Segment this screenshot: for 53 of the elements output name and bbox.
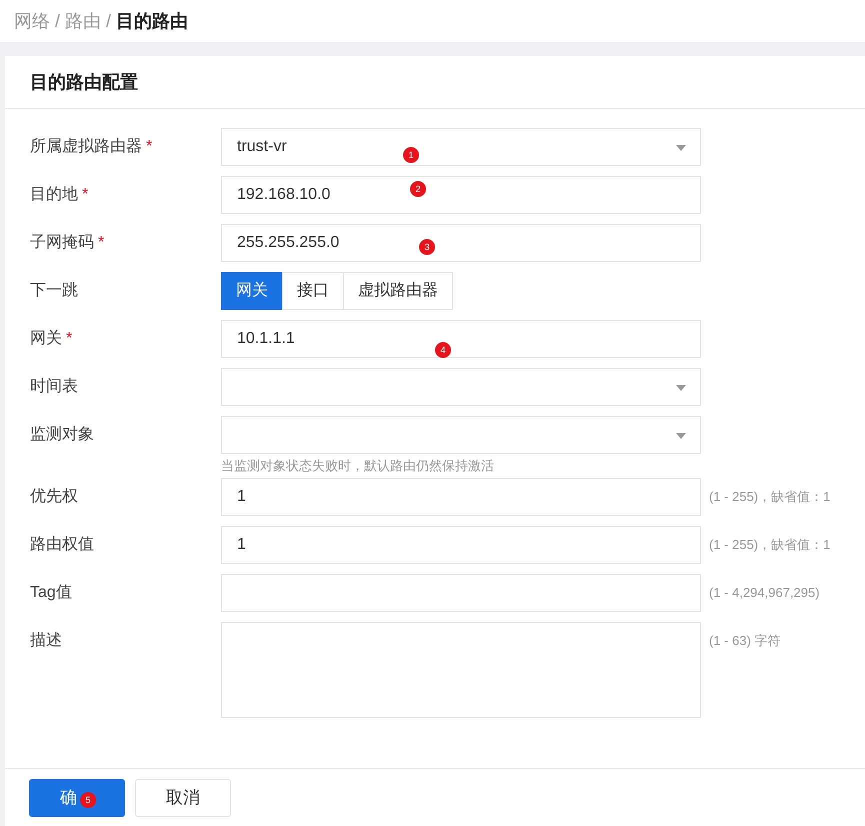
next-hop-tab[interactable]: 网关: [221, 272, 283, 310]
field-label: 目的地: [30, 184, 78, 205]
input-value: 192.168.10.0: [237, 185, 330, 205]
range-hint: (1 - 255)，缺省值：1: [709, 488, 830, 506]
next-hop-tab[interactable]: 接口: [282, 272, 344, 310]
select-field[interactable]: [221, 416, 701, 454]
annotation-badge: 5: [80, 792, 96, 808]
input-value: 255.255.255.0: [237, 233, 340, 253]
description-field[interactable]: [221, 622, 701, 718]
input-field[interactable]: 255.255.255.0 3: [221, 224, 701, 262]
required-mark: *: [82, 185, 88, 205]
annotation-badge: 4: [435, 342, 451, 358]
next-hop-tab[interactable]: 虚拟路由器: [343, 272, 453, 310]
range-hint: (1 - 4,294,967,295): [709, 584, 820, 602]
caret-icon: [676, 433, 686, 439]
input-value: 10.1.1.1: [237, 329, 295, 349]
field-label: 所属虚拟路由器: [30, 136, 142, 157]
card-title: 目的路由配置: [30, 70, 138, 94]
caret-icon: [676, 145, 686, 151]
input-value: 1: [237, 486, 246, 506]
confirm-button[interactable]: 确 5: [29, 778, 125, 816]
field-label: 网关: [30, 328, 62, 349]
field-label: 优先权: [30, 486, 78, 506]
annotation-badge: 1: [403, 147, 419, 163]
required-mark: *: [98, 233, 104, 253]
input-field[interactable]: 1: [221, 526, 701, 564]
field-label: 描述: [30, 630, 62, 650]
caret-icon: [676, 385, 686, 391]
input-field[interactable]: 1: [221, 478, 701, 516]
annotation-badge: 3: [419, 239, 435, 255]
input-field[interactable]: 192.168.10.0 2: [221, 176, 701, 214]
breadcrumb-separator: /: [55, 10, 60, 32]
select-field[interactable]: trust-vr 1: [221, 128, 701, 166]
input-field[interactable]: 10.1.1.1 4: [221, 320, 701, 358]
field-label: 下一跳: [30, 281, 78, 301]
field-label: 监测对象: [30, 424, 94, 445]
input-field[interactable]: [221, 574, 701, 612]
annotation-badge: 2: [410, 181, 426, 197]
field-label: 子网掩码: [30, 233, 94, 253]
field-label: Tag值: [30, 582, 72, 602]
required-mark: *: [146, 137, 152, 157]
cancel-button[interactable]: 取消: [135, 778, 231, 816]
select-value: trust-vr: [237, 137, 287, 157]
select-field[interactable]: [221, 368, 701, 406]
field-label: 时间表: [30, 376, 78, 397]
range-hint: (1 - 63) 字符: [709, 632, 781, 650]
required-mark: *: [66, 329, 72, 349]
input-value: 1: [237, 534, 246, 554]
breadcrumb-separator: /: [106, 10, 112, 32]
field-label: 路由权值: [30, 534, 94, 554]
help-text: 当监测对象状态失败时，默认路由仍然保持激活: [221, 457, 495, 475]
breadcrumb-item: 目的路由: [116, 10, 188, 32]
range-hint: (1 - 255)，缺省值：1: [709, 536, 830, 554]
